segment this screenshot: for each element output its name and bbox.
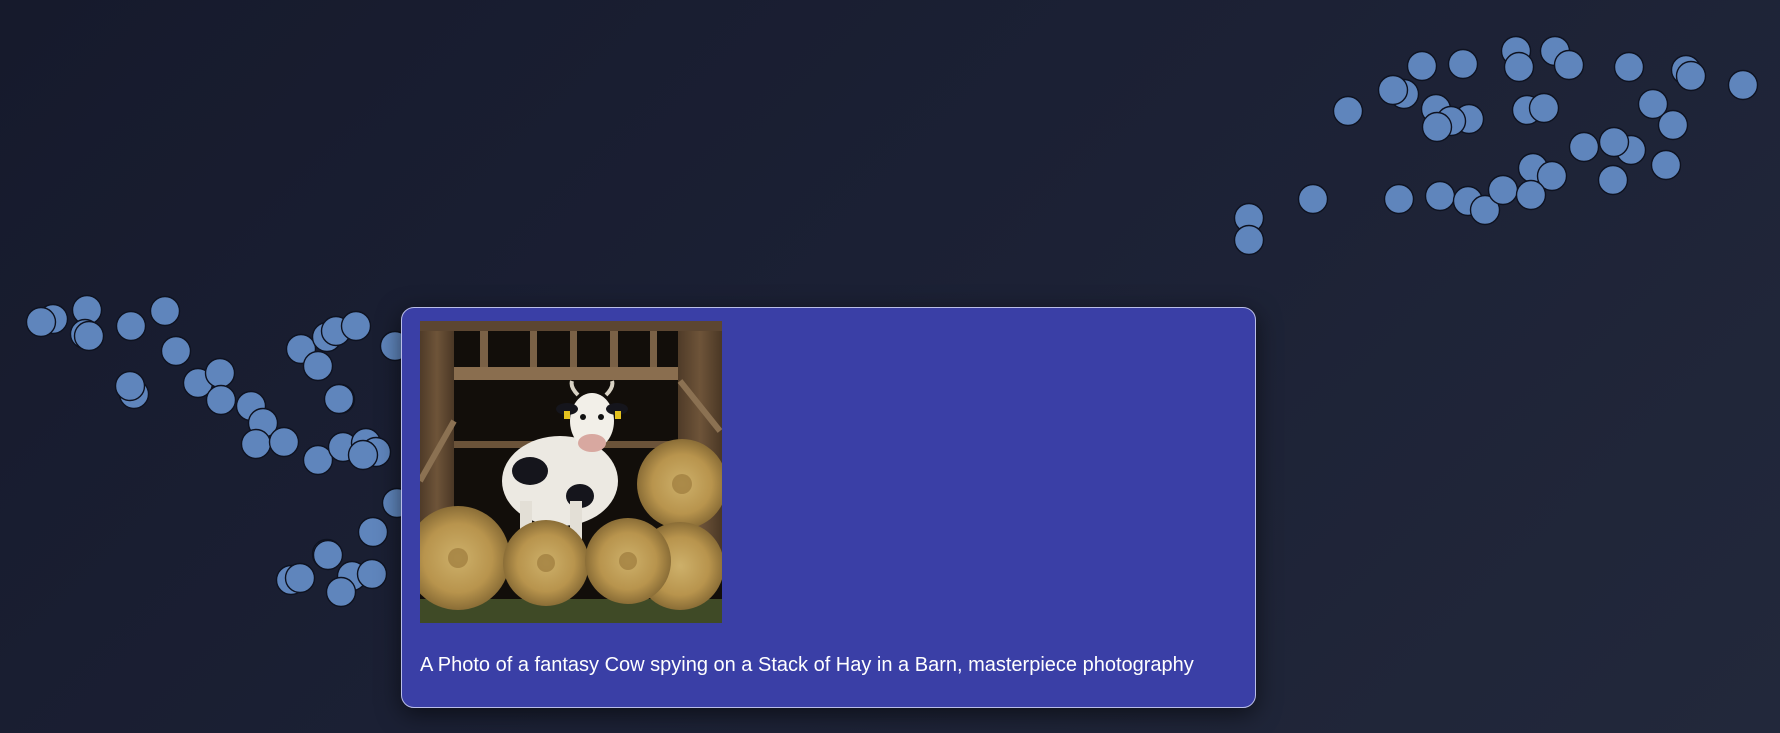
scatter-point[interactable] [1421,111,1453,143]
scatter-point[interactable] [1377,74,1409,106]
scatter-point[interactable] [1598,126,1630,158]
tooltip-caption: A Photo of a fantasy Cow spying on a Sta… [420,654,1194,676]
scatter-point[interactable] [205,384,237,416]
scatter-point[interactable] [340,310,372,342]
scatter-point[interactable] [1553,49,1585,81]
scatter-point[interactable] [1650,149,1682,181]
scatter-point[interactable] [25,306,57,338]
scatter-point[interactable] [347,439,379,471]
generated-image-thumbnail [420,321,722,623]
scatter-point[interactable] [312,539,344,571]
scatter-point[interactable] [1528,92,1560,124]
scatter-point[interactable] [114,370,146,402]
scatter-point[interactable] [1487,174,1519,206]
scatter-point[interactable] [1297,183,1329,215]
scatter-point[interactable] [323,383,355,415]
scatter-point[interactable] [1613,51,1645,83]
scatter-point[interactable] [149,295,181,327]
scatter-point[interactable] [268,426,300,458]
scatter-point[interactable] [1515,179,1547,211]
scatter-point[interactable] [1568,131,1600,163]
scatter-point[interactable] [1657,109,1689,141]
scatter-point[interactable] [204,357,236,389]
scatter-point[interactable] [1727,69,1759,101]
scatter-point[interactable] [1597,164,1629,196]
scatter-point[interactable] [1675,60,1707,92]
scatter-point[interactable] [1332,95,1364,127]
scatter-point[interactable] [1503,51,1535,83]
scatter-point[interactable] [115,310,147,342]
scatter-point[interactable] [160,335,192,367]
scatter-point[interactable] [73,320,105,352]
scatter-point[interactable] [325,576,357,608]
scatter-point[interactable] [302,350,334,382]
scatter-point[interactable] [1406,50,1438,82]
scatter-point[interactable] [284,562,316,594]
scatter-point[interactable] [356,558,388,590]
scatter-point[interactable] [357,516,389,548]
scatter-point[interactable] [1383,183,1415,215]
scatter-point[interactable] [1424,180,1456,212]
hover-tooltip: A Photo of a fantasy Cow spying on a Sta… [401,307,1256,708]
scatter-point[interactable] [240,428,272,460]
cow-image [420,321,722,623]
scatter-point[interactable] [1447,48,1479,80]
scatter-point[interactable] [1233,224,1265,256]
